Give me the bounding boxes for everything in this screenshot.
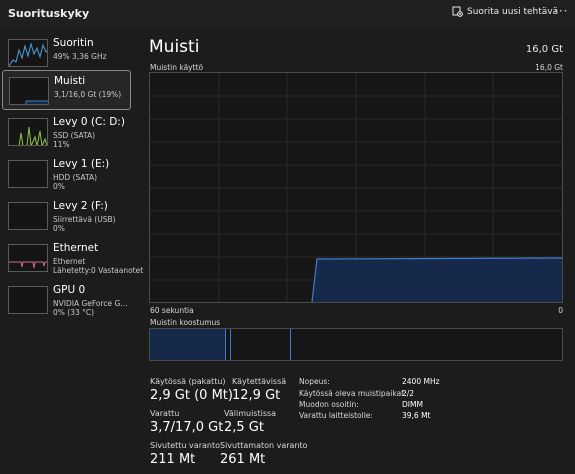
form-factor-value: DIMM — [402, 400, 423, 409]
sidebar-item-cpu[interactable]: Suoritin 49% 3,36 GHz — [2, 33, 131, 73]
sidebar-item-percent: 11% — [53, 140, 70, 149]
more-options-icon[interactable]: ··· — [554, 4, 568, 18]
title-bar: Suorituskyky Suorita uusi tehtävä ··· — [0, 0, 575, 28]
nonpaged-pool-value: 261 Mt — [220, 452, 266, 467]
sidebar-item-gpu[interactable]: GPU 0 NVIDIA GeForce G... 0% (33 °C) — [2, 280, 131, 320]
run-task-label: Suorita uusi tehtävä — [467, 6, 559, 17]
total-memory: 16,0 Gt — [525, 44, 563, 55]
committed-value: 3,7/17,0 Gt — [150, 420, 224, 435]
sidebar-item-disk-2[interactable]: Levy 2 (F:) Siirrettävä (USB) 0% — [2, 196, 131, 236]
sidebar-item-percent: 0% — [53, 224, 65, 233]
memory-usage-graph — [149, 72, 563, 303]
cpu-thumbnail-graph — [8, 39, 48, 67]
composition-label: Muistin koostumus — [150, 318, 221, 327]
composition-free — [292, 329, 562, 360]
hardware-reserved-label: Varattu laitteistolle: — [299, 411, 373, 420]
memory-usage-chart — [150, 73, 562, 302]
sidebar-item-throughput: Lähetetty:0 Vastaanotet — [53, 266, 144, 275]
available-label: Käytettävissä — [232, 377, 287, 386]
disk2-thumbnail-graph — [8, 202, 48, 230]
slots-used-label: Käytössä oleva muistipaikat: — [299, 389, 407, 398]
sidebar-item-model: NVIDIA GeForce G... — [53, 299, 128, 308]
app-title: Suorituskyky — [8, 7, 90, 20]
sidebar-item-type: Siirrettävä (USB) — [53, 215, 116, 224]
sidebar-item-type: SSD (SATA) — [53, 131, 96, 140]
in-use-value: 2,9 Gt (0 Mt) — [150, 388, 233, 403]
sidebar-item-percent: 0% — [53, 182, 65, 191]
page-title: Muisti — [149, 37, 200, 57]
sidebar-item-title: Suoritin — [53, 37, 94, 49]
sidebar-item-title: Muisti — [54, 75, 86, 87]
gpu-thumbnail-graph — [8, 286, 48, 314]
usage-graph-max: 16,0 Gt — [535, 63, 563, 72]
paged-pool-value: 211 Mt — [150, 452, 196, 467]
disk1-thumbnail-graph — [8, 160, 48, 188]
composition-standby — [232, 329, 291, 360]
sidebar-item-title: Levy 2 (F:) — [53, 200, 108, 212]
memory-usage-area — [312, 258, 562, 302]
sidebar-item-memory[interactable]: Muisti 3,1/16,0 Gt (19%) — [2, 70, 131, 110]
sidebar-item-disk-0[interactable]: Levy 0 (C: D:) SSD (SATA) 11% — [2, 112, 131, 152]
hardware-reserved-value: 39,6 Mt — [402, 411, 431, 420]
form-factor-label: Muodon osoitin: — [299, 400, 359, 409]
speed-label: Nopeus: — [299, 377, 330, 386]
in-use-label: Käytössä (pakattu) — [150, 377, 226, 386]
cached-value: 2,5 Gt — [224, 420, 264, 435]
sidebar-item-disk-1[interactable]: Levy 1 (E:) HDD (SATA) 0% — [2, 154, 131, 194]
disk0-thumbnail-graph — [8, 118, 48, 146]
run-task-icon — [452, 6, 463, 17]
composition-modified — [228, 329, 231, 360]
committed-label: Varattu — [150, 409, 180, 418]
graph-time-right: 0 — [558, 306, 563, 315]
cached-label: Välimuistissa — [224, 409, 277, 418]
available-value: 12,9 Gt — [232, 388, 281, 403]
memory-thumbnail-graph — [9, 77, 49, 105]
composition-in-use — [150, 329, 226, 360]
sidebar-item-title: Levy 1 (E:) — [53, 158, 110, 170]
sidebar-item-percent: 0% (33 °C) — [53, 308, 95, 317]
paged-pool-label: Sivutettu varanto — [150, 441, 220, 450]
sidebar-item-type: HDD (SATA) — [53, 173, 98, 182]
sidebar-item-title: Levy 0 (C: D:) — [53, 116, 125, 128]
ethernet-thumbnail-graph — [8, 244, 48, 272]
graph-time-left: 60 sekuntia — [150, 306, 194, 315]
sidebar-item-adapter: Ethernet — [53, 257, 86, 266]
speed-value: 2400 MHz — [402, 377, 440, 386]
sidebar-item-title: GPU 0 — [53, 284, 86, 296]
nonpaged-pool-label: Sivuttamaton varanto — [220, 441, 308, 450]
sidebar-item-ethernet[interactable]: Ethernet Ethernet Lähetetty:0 Vastaanote… — [2, 238, 143, 278]
sidebar-item-subtitle: 49% 3,36 GHz — [53, 52, 107, 61]
sidebar-item-subtitle: 3,1/16,0 Gt (19%) — [54, 90, 122, 99]
run-new-task-button[interactable]: Suorita uusi tehtävä — [452, 6, 558, 17]
sidebar-item-title: Ethernet — [53, 242, 99, 254]
slots-used-value: 2/2 — [402, 389, 415, 398]
memory-composition-bar — [149, 328, 563, 361]
usage-graph-label: Muistin käyttö — [150, 63, 204, 72]
